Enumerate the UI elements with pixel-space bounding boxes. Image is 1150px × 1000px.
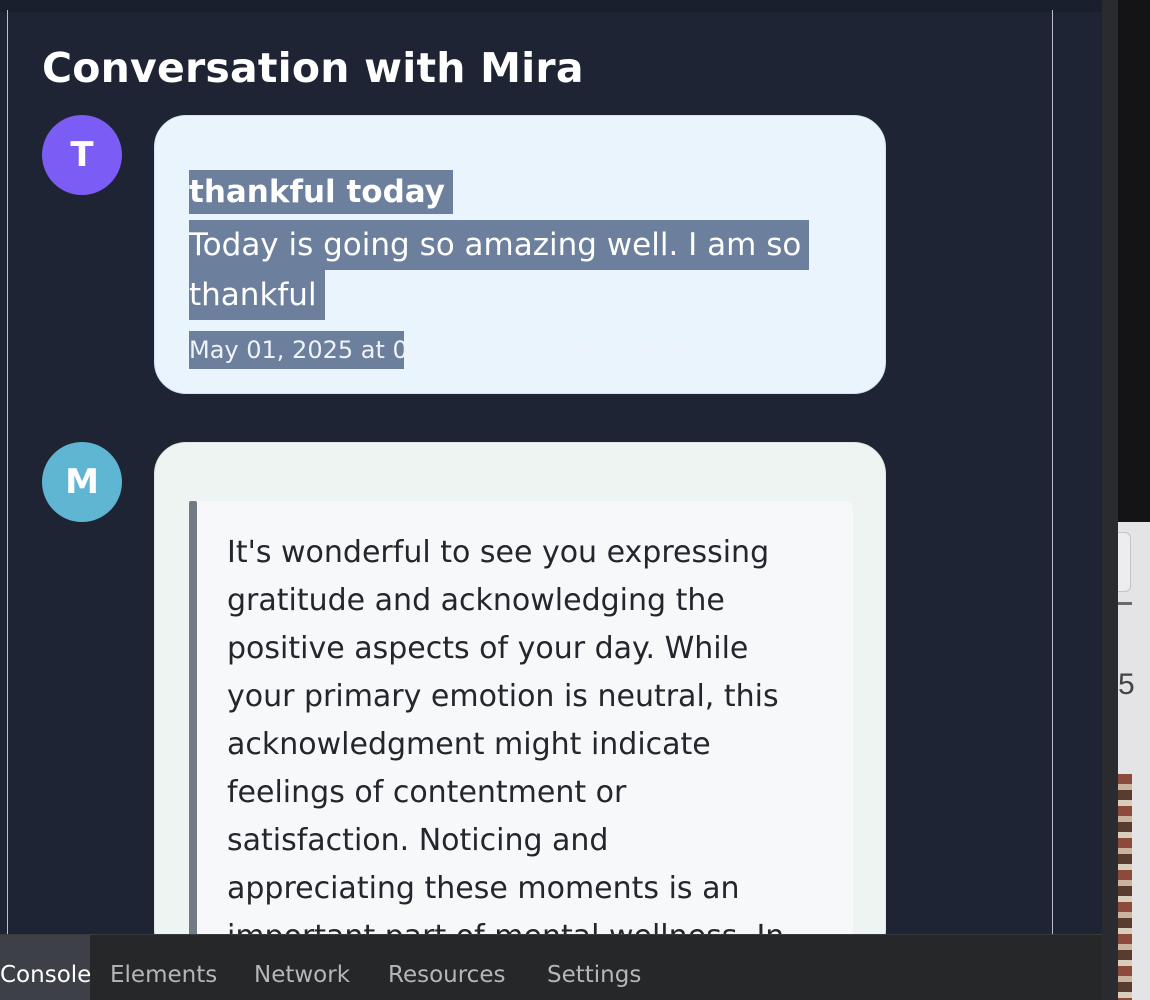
window-edge [1102,0,1118,1000]
tab-elements[interactable]: Elements [110,935,217,1000]
response-line: gratitude and acknowledging the [227,583,725,618]
response-line: positive aspects of your day. While [227,631,749,666]
panel-border-left [7,10,8,934]
response-line: important part of mental wellness. In [227,913,827,934]
background-underline [1118,602,1132,605]
response-line: satisfaction. Noticing and [227,823,609,858]
user-avatar-letter: T [70,135,94,175]
response-line: acknowledgment might indicate [227,727,711,762]
tab-network[interactable]: Network [254,935,350,1000]
anxiety-level: Anxiety Level: 1/10 [528,336,760,364]
panel-border-right [1052,10,1053,934]
conversation-panel: Conversation with Mira T thankful today … [0,0,1102,934]
mira-response-text: It's wonderful to see you expressing gra… [227,529,827,934]
page-title: Conversation with Mira [42,44,584,92]
message-body-line-1: Today is going so amazing well. I am so [189,220,810,270]
mira-avatar-letter: M [65,462,99,502]
response-line: It's wonderful to see you expressing [227,535,770,570]
message-meta: May 01, 2025 at 02:27 PM Anxiety Level: 1… [189,331,760,369]
message-date: May 01, 2025 at 02:27 PM [189,336,505,364]
tab-resources[interactable]: Resources [388,935,505,1000]
screen: Conversation with Mira T thankful today … [0,0,1150,1000]
mira-avatar: M [42,442,122,522]
background-input-box [1118,532,1131,592]
background-image [1118,774,1132,1000]
background-digit: 5 [1118,668,1135,701]
user-avatar: T [42,115,122,195]
mira-response-quote: It's wonderful to see you expressing gra… [197,501,853,934]
tab-console[interactable]: Console [0,935,91,1000]
panel-top-shade [0,0,1102,12]
tab-settings[interactable]: Settings [547,935,641,1000]
response-line: feelings of contentment or [227,775,627,810]
response-line: appreciating these moments is an [227,871,740,906]
user-message-bubble: thankful today Today is going so amazing… [154,115,886,394]
message-body-line-2: thankful [189,270,325,320]
devtools-tab-bar: Console Elements Network Resources Setti… [0,934,1102,1000]
mira-message-bubble: It's wonderful to see you expressing gra… [154,442,886,934]
quote-bar [189,501,197,934]
background-window: 5 [1118,522,1150,1000]
message-title: thankful today [189,170,453,214]
response-line: your primary emotion is neutral, this [227,679,779,714]
